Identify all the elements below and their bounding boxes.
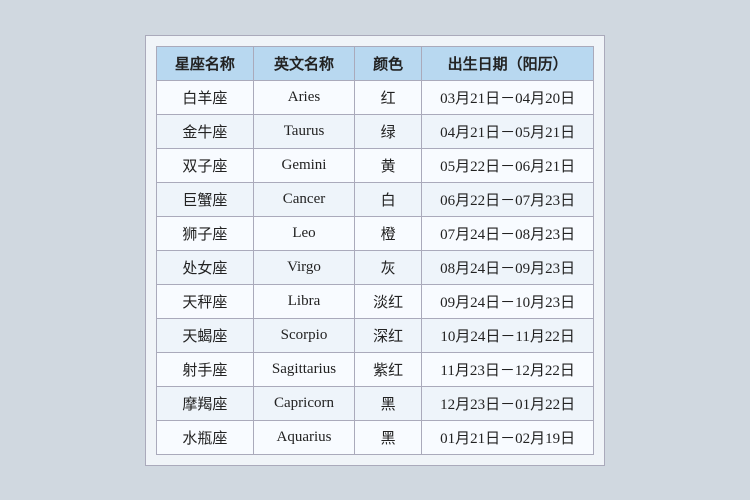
cell-7-0: 天蝎座 — [156, 318, 253, 352]
table-row: 巨蟹座Cancer白06月22日－07月23日 — [156, 182, 593, 216]
cell-10-0: 水瓶座 — [156, 420, 253, 454]
cell-2-2: 黄 — [355, 148, 422, 182]
table-row: 狮子座Leo橙07月24日－08月23日 — [156, 216, 593, 250]
cell-6-3: 09月24日－10月23日 — [422, 284, 594, 318]
cell-10-3: 01月21日－02月19日 — [422, 420, 594, 454]
cell-9-0: 摩羯座 — [156, 386, 253, 420]
cell-8-2: 紫红 — [355, 352, 422, 386]
cell-5-2: 灰 — [355, 250, 422, 284]
cell-9-2: 黑 — [355, 386, 422, 420]
cell-6-2: 淡红 — [355, 284, 422, 318]
table-row: 天秤座Libra淡红09月24日－10月23日 — [156, 284, 593, 318]
cell-7-2: 深红 — [355, 318, 422, 352]
cell-10-1: Aquarius — [253, 420, 354, 454]
cell-3-2: 白 — [355, 182, 422, 216]
table-row: 水瓶座Aquarius黑01月21日－02月19日 — [156, 420, 593, 454]
cell-2-0: 双子座 — [156, 148, 253, 182]
cell-8-1: Sagittarius — [253, 352, 354, 386]
cell-2-3: 05月22日－06月21日 — [422, 148, 594, 182]
table-row: 白羊座Aries红03月21日－04月20日 — [156, 80, 593, 114]
cell-6-0: 天秤座 — [156, 284, 253, 318]
cell-7-1: Scorpio — [253, 318, 354, 352]
cell-2-1: Gemini — [253, 148, 354, 182]
header-col-1: 英文名称 — [253, 46, 354, 80]
cell-5-0: 处女座 — [156, 250, 253, 284]
table-row: 金牛座Taurus绿04月21日－05月21日 — [156, 114, 593, 148]
cell-4-0: 狮子座 — [156, 216, 253, 250]
table-header-row: 星座名称英文名称颜色出生日期（阳历） — [156, 46, 593, 80]
cell-3-1: Cancer — [253, 182, 354, 216]
cell-1-2: 绿 — [355, 114, 422, 148]
cell-4-2: 橙 — [355, 216, 422, 250]
table-body: 白羊座Aries红03月21日－04月20日金牛座Taurus绿04月21日－0… — [156, 80, 593, 454]
cell-1-3: 04月21日－05月21日 — [422, 114, 594, 148]
cell-1-0: 金牛座 — [156, 114, 253, 148]
zodiac-table-container: 星座名称英文名称颜色出生日期（阳历） 白羊座Aries红03月21日－04月20… — [145, 35, 605, 466]
table-row: 天蝎座Scorpio深红10月24日－11月22日 — [156, 318, 593, 352]
table-row: 处女座Virgo灰08月24日－09月23日 — [156, 250, 593, 284]
header-col-2: 颜色 — [355, 46, 422, 80]
cell-0-3: 03月21日－04月20日 — [422, 80, 594, 114]
cell-9-3: 12月23日－01月22日 — [422, 386, 594, 420]
cell-5-3: 08月24日－09月23日 — [422, 250, 594, 284]
cell-7-3: 10月24日－11月22日 — [422, 318, 594, 352]
cell-5-1: Virgo — [253, 250, 354, 284]
cell-0-2: 红 — [355, 80, 422, 114]
cell-10-2: 黑 — [355, 420, 422, 454]
cell-8-3: 11月23日－12月22日 — [422, 352, 594, 386]
cell-4-3: 07月24日－08月23日 — [422, 216, 594, 250]
cell-6-1: Libra — [253, 284, 354, 318]
table-row: 摩羯座Capricorn黑12月23日－01月22日 — [156, 386, 593, 420]
header-col-3: 出生日期（阳历） — [422, 46, 594, 80]
cell-3-0: 巨蟹座 — [156, 182, 253, 216]
table-row: 双子座Gemini黄05月22日－06月21日 — [156, 148, 593, 182]
zodiac-table: 星座名称英文名称颜色出生日期（阳历） 白羊座Aries红03月21日－04月20… — [156, 46, 594, 455]
cell-4-1: Leo — [253, 216, 354, 250]
header-col-0: 星座名称 — [156, 46, 253, 80]
cell-0-1: Aries — [253, 80, 354, 114]
table-row: 射手座Sagittarius紫红11月23日－12月22日 — [156, 352, 593, 386]
cell-9-1: Capricorn — [253, 386, 354, 420]
cell-0-0: 白羊座 — [156, 80, 253, 114]
cell-3-3: 06月22日－07月23日 — [422, 182, 594, 216]
cell-1-1: Taurus — [253, 114, 354, 148]
cell-8-0: 射手座 — [156, 352, 253, 386]
